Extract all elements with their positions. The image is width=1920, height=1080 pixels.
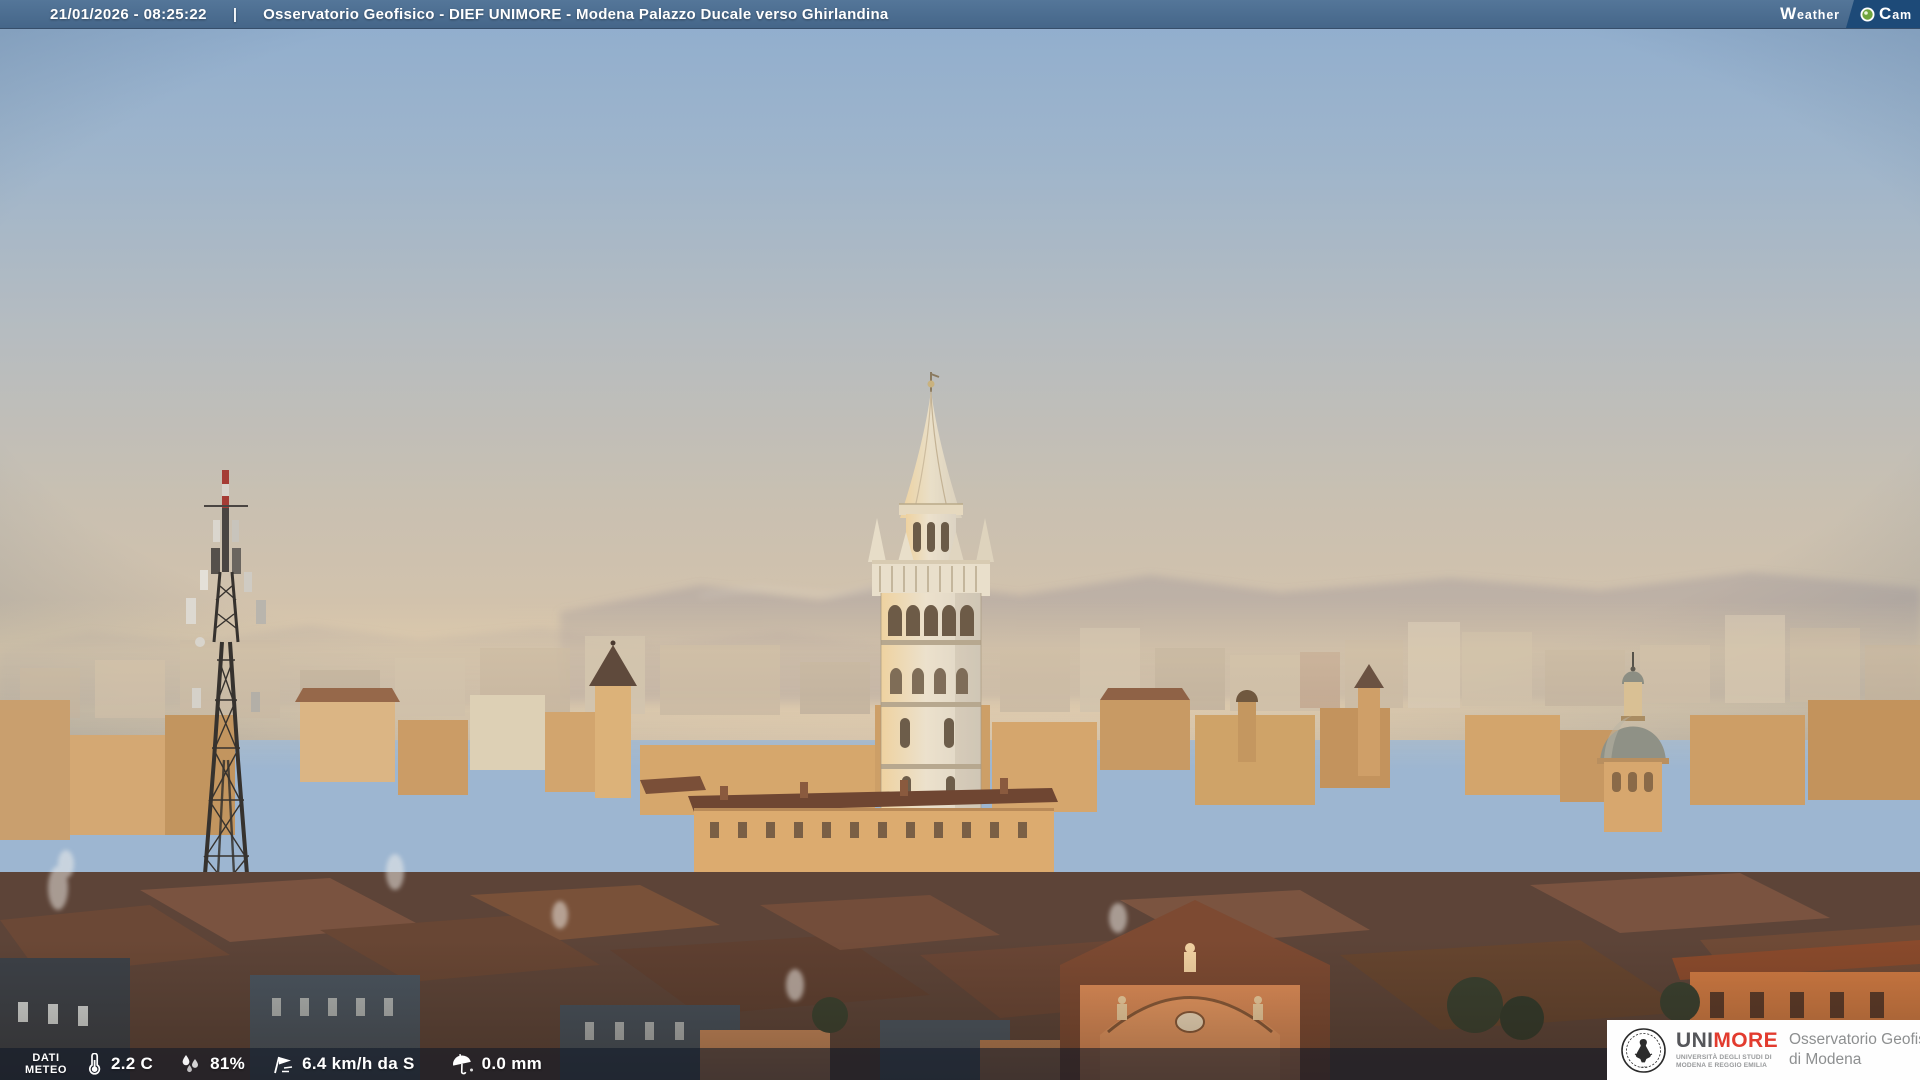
umbrella-icon xyxy=(452,1054,473,1075)
humidity-reading: 81% xyxy=(179,1053,245,1075)
unimore-logo-box: 1175 UNIMORE UNIVERSITÀ DEGLI STUDI DI M… xyxy=(1607,1020,1920,1080)
dati-label-line1: DATI xyxy=(32,1052,60,1064)
unimore-more-text: MORE xyxy=(1713,1028,1778,1052)
unimore-subtitle-line1: UNIVERSITÀ DEGLI STUDI DI xyxy=(1676,1053,1772,1061)
temperature-value: 2.2 C xyxy=(111,1054,154,1073)
unimore-uni-text: UNI xyxy=(1676,1028,1714,1052)
wind-reading: 6.4 km/h da S xyxy=(269,1053,415,1075)
wind-value: 6.4 km/h da S xyxy=(302,1054,415,1073)
weathercam-cam-text: Cam xyxy=(1878,4,1912,23)
dati-meteo-label: DATI METEO xyxy=(14,1052,78,1076)
weathercam-weather-text: Weather xyxy=(1780,4,1840,23)
rain-value: 0.0 mm xyxy=(481,1054,543,1073)
webcam-page: 21/01/2026 - 08:25:22 | Osservatorio Geo… xyxy=(0,0,1920,1080)
unimore-wordmark: UNIMORE UNIVERSITÀ DEGLI STUDI DI MODENA… xyxy=(1676,1028,1778,1069)
timestamp: 21/01/2026 - 08:25:22 xyxy=(50,5,207,23)
unimore-subtitle: UNIVERSITÀ DEGLI STUDI DI MODENA E REGGI… xyxy=(1676,1054,1778,1069)
thermometer-icon xyxy=(88,1053,101,1075)
humidity-drops-icon xyxy=(182,1055,199,1073)
wind-flag-icon xyxy=(274,1056,293,1074)
webcam-photo xyxy=(0,0,1920,1080)
svg-text:1175: 1175 xyxy=(1640,1065,1647,1069)
osservatorio-line2: di Modena xyxy=(1788,1051,1862,1068)
header-separator: | xyxy=(232,5,238,23)
header-bar: 21/01/2026 - 08:25:22 | Osservatorio Geo… xyxy=(0,0,1920,29)
weathercam-cam-box: Cam xyxy=(1845,0,1920,28)
temperature-reading: 2.2 C xyxy=(84,1053,153,1075)
weathercam-logo: Weather Cam xyxy=(1780,0,1920,28)
humidity-value: 81% xyxy=(210,1054,246,1073)
osservatorio-line1: Osservatorio Geofisico xyxy=(1788,1031,1920,1048)
unimore-subtitle-line2: MODENA E REGGIO EMILIA xyxy=(1676,1061,1767,1069)
weathercam-dot-icon xyxy=(1860,7,1875,21)
page-title: Osservatorio Geofisico - DIEF UNIMORE - … xyxy=(263,5,889,23)
osservatorio-text: Osservatorio Geofisico di Modena xyxy=(1789,1030,1920,1070)
unimore-crest-seal: 1175 xyxy=(1621,1027,1666,1073)
dati-label-line2: METEO xyxy=(24,1064,68,1076)
rain-reading: 0.0 mm xyxy=(451,1053,542,1075)
